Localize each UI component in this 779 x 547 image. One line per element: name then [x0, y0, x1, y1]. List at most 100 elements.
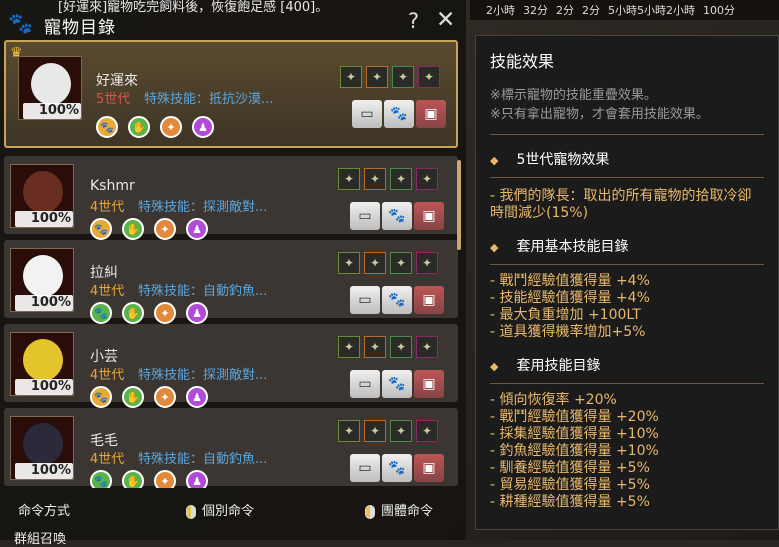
- pet-generation: 4世代: [90, 284, 125, 299]
- effect-line: - 最大負重增加 +100LT: [490, 307, 641, 323]
- pet-row[interactable]: 100% 毛毛 4世代 特殊技能：自動釣魚... 🐾 ✋ ✦ ♟ ✦ ✦ ✦ ✦ ▭ 🐾 ▣: [4, 408, 458, 488]
- hunger-percent: 100%: [15, 295, 73, 311]
- put-away-button[interactable]: ▣: [414, 202, 444, 230]
- skill-slot-icon[interactable]: ✦: [154, 470, 176, 488]
- pet-generation: 4世代: [90, 452, 125, 467]
- pet-row[interactable]: 100% Kshmr 4世代 特殊技能：探測敵對... 🐾 ✋ ✦ ♟ ✦ ✦ ✦ ✦ ▭ 🐾 ▣: [4, 156, 458, 240]
- skill-icon: ✦: [338, 336, 360, 358]
- paw-command-button[interactable]: 🐾: [382, 202, 412, 230]
- skill-icon: ✦: [416, 420, 438, 442]
- effect-line: - 貿易經驗值獲得量 +5%: [490, 477, 650, 493]
- feed-button[interactable]: ▭: [350, 202, 380, 230]
- timer-text: 100分: [703, 4, 735, 17]
- individual-command-button[interactable]: 個別命令: [186, 500, 254, 519]
- skill-icon: ✦: [338, 252, 360, 274]
- skill-slot-icon[interactable]: ♟: [186, 218, 208, 240]
- paw-command-button[interactable]: 🐾: [382, 370, 412, 398]
- generation-section-title: 5世代寵物效果: [490, 149, 764, 169]
- divider: [490, 134, 764, 135]
- skill-slot-icon[interactable]: 🐾: [90, 218, 112, 240]
- feed-button[interactable]: ▭: [350, 454, 380, 482]
- pet-art: [23, 339, 63, 381]
- skill-icon: ✦: [416, 168, 438, 190]
- skill-slot-icon[interactable]: ✋: [122, 302, 144, 324]
- skill-slot-icon[interactable]: ✋: [122, 218, 144, 240]
- put-away-button[interactable]: ▣: [414, 286, 444, 314]
- buff-timer-bar: 2小時 32分 2分 2分 5小時5小時2小時 100分: [470, 0, 779, 20]
- paw-command-button[interactable]: 🐾: [384, 100, 414, 128]
- skill-icon: ✦: [364, 336, 386, 358]
- command-footer: 命令方式 個別命令 團體命令 群組召喚: [0, 492, 466, 547]
- close-button[interactable]: ✕: [436, 7, 455, 33]
- timer-text: 2小時: [486, 4, 515, 17]
- pet-art: [23, 423, 63, 465]
- tooltip-title: 技能效果: [490, 52, 555, 71]
- skill-slot-icon[interactable]: ♟: [186, 302, 208, 324]
- skill-slot-icon[interactable]: ✦: [154, 302, 176, 324]
- skill-slot-icon[interactable]: ♟: [186, 470, 208, 488]
- feed-button[interactable]: ▭: [350, 370, 380, 398]
- feed-button[interactable]: ▭: [352, 100, 382, 128]
- pet-name: 拉糾: [90, 265, 118, 281]
- mouse-left-icon: [365, 504, 375, 519]
- skill-icon: ✦: [416, 336, 438, 358]
- pet-art: [23, 171, 63, 213]
- pet-list: ♛ 100% 好運來 5世代 特殊技能：抵抗沙漠... 🐾 ✋ ✦ ♟ ✦ ✦ ✦ ✦ ▭ 🐾 ▣ 100% Ks…: [4, 40, 458, 488]
- skill-slot-icon[interactable]: ✋: [128, 116, 150, 138]
- skill-slot-icon[interactable]: ✋: [122, 386, 144, 408]
- skill-slot-icon[interactable]: 🐾: [90, 386, 112, 408]
- put-away-button[interactable]: ▣: [416, 100, 446, 128]
- skill-slot-icon[interactable]: ✦: [160, 116, 182, 138]
- skill-slot-icon[interactable]: 🐾: [90, 302, 112, 324]
- effect-line: - 道具獲得機率增加+5%: [490, 324, 646, 340]
- skill-slot-icon[interactable]: ♟: [186, 386, 208, 408]
- pet-name: 好運來: [96, 73, 138, 89]
- put-away-button[interactable]: ▣: [414, 454, 444, 482]
- skill-icon: ✦: [338, 420, 360, 442]
- skill-icon: ✦: [340, 66, 362, 88]
- skill-slot-icon[interactable]: ✋: [122, 470, 144, 488]
- command-mode-label: 命令方式: [18, 504, 71, 519]
- skill-section-title: 套用技能目錄: [490, 355, 764, 375]
- pet-portrait: 100%: [10, 416, 74, 480]
- skill-icon: ✦: [390, 252, 412, 274]
- skill-slot-icon[interactable]: 🐾: [90, 470, 112, 488]
- pet-row[interactable]: 100% 拉糾 4世代 特殊技能：自動釣魚... 🐾 ✋ ✦ ♟ ✦ ✦ ✦ ✦ ▭ 🐾 ▣: [4, 240, 458, 324]
- timer-text: 5小時5小時2小時: [608, 4, 695, 17]
- window-header[interactable]: 🐾 寵物目錄 ? ✕: [0, 6, 466, 38]
- skill-slot-icon[interactable]: 🐾: [96, 116, 118, 138]
- pet-row[interactable]: ♛ 100% 好運來 5世代 特殊技能：抵抗沙漠... 🐾 ✋ ✦ ♟ ✦ ✦ ✦ ✦ ▭ 🐾 ▣: [4, 40, 458, 148]
- skill-icon: ✦: [418, 66, 440, 88]
- paw-command-button[interactable]: 🐾: [382, 454, 412, 482]
- feed-button[interactable]: ▭: [350, 286, 380, 314]
- help-button[interactable]: ?: [408, 9, 419, 33]
- skill-slot-icon[interactable]: ♟: [192, 116, 214, 138]
- skill-slot-icon[interactable]: ✦: [154, 386, 176, 408]
- base-effect-list: - 戰鬥經驗值獲得量 +4% - 技能經驗值獲得量 +4% - 最大負重增加 +10…: [490, 273, 764, 341]
- effect-line: - 傾向恢復率 +20%: [490, 392, 617, 408]
- put-away-button[interactable]: ▣: [414, 370, 444, 398]
- effect-line: - 馴養經驗值獲得量 +5%: [490, 460, 650, 476]
- skill-icon: ✦: [392, 66, 414, 88]
- pet-portrait: 100%: [10, 164, 74, 228]
- pet-row[interactable]: 100% 小芸 4世代 特殊技能：探測敵對... 🐾 ✋ ✦ ♟ ✦ ✦ ✦ ✦ ▭ 🐾 ▣: [4, 324, 458, 408]
- scrollbar[interactable]: [457, 160, 461, 250]
- skill-icon: ✦: [416, 252, 438, 274]
- pet-generation: 4世代: [90, 200, 125, 215]
- pet-name: Kshmr: [90, 178, 135, 194]
- skill-slot-icon[interactable]: ✦: [154, 218, 176, 240]
- pet-name: 小芸: [90, 349, 118, 365]
- divider: [490, 383, 764, 384]
- generation-effect: - 我們的隊長：取出的所有寵物的拾取冷卻時間減少(15%): [490, 188, 752, 221]
- pet-list-window: [好運來]寵物吃完飼料後，恢復飽足感 [400]。 🐾 寵物目錄 ? ✕ ♛ 10…: [0, 0, 466, 547]
- skill-icon: ✦: [390, 420, 412, 442]
- effect-line: - 耕種經驗值獲得量 +5%: [490, 494, 650, 510]
- pet-generation: 5世代: [96, 92, 131, 107]
- effect-line: - 釣魚經驗值獲得量 +10%: [490, 443, 659, 459]
- group-command-button[interactable]: 團體命令: [365, 500, 433, 519]
- hunger-percent: 100%: [15, 379, 73, 395]
- group-call-label[interactable]: 群組召喚: [14, 528, 66, 547]
- skill-icon: ✦: [364, 420, 386, 442]
- paw-command-button[interactable]: 🐾: [382, 286, 412, 314]
- pet-portrait: 100%: [18, 56, 82, 120]
